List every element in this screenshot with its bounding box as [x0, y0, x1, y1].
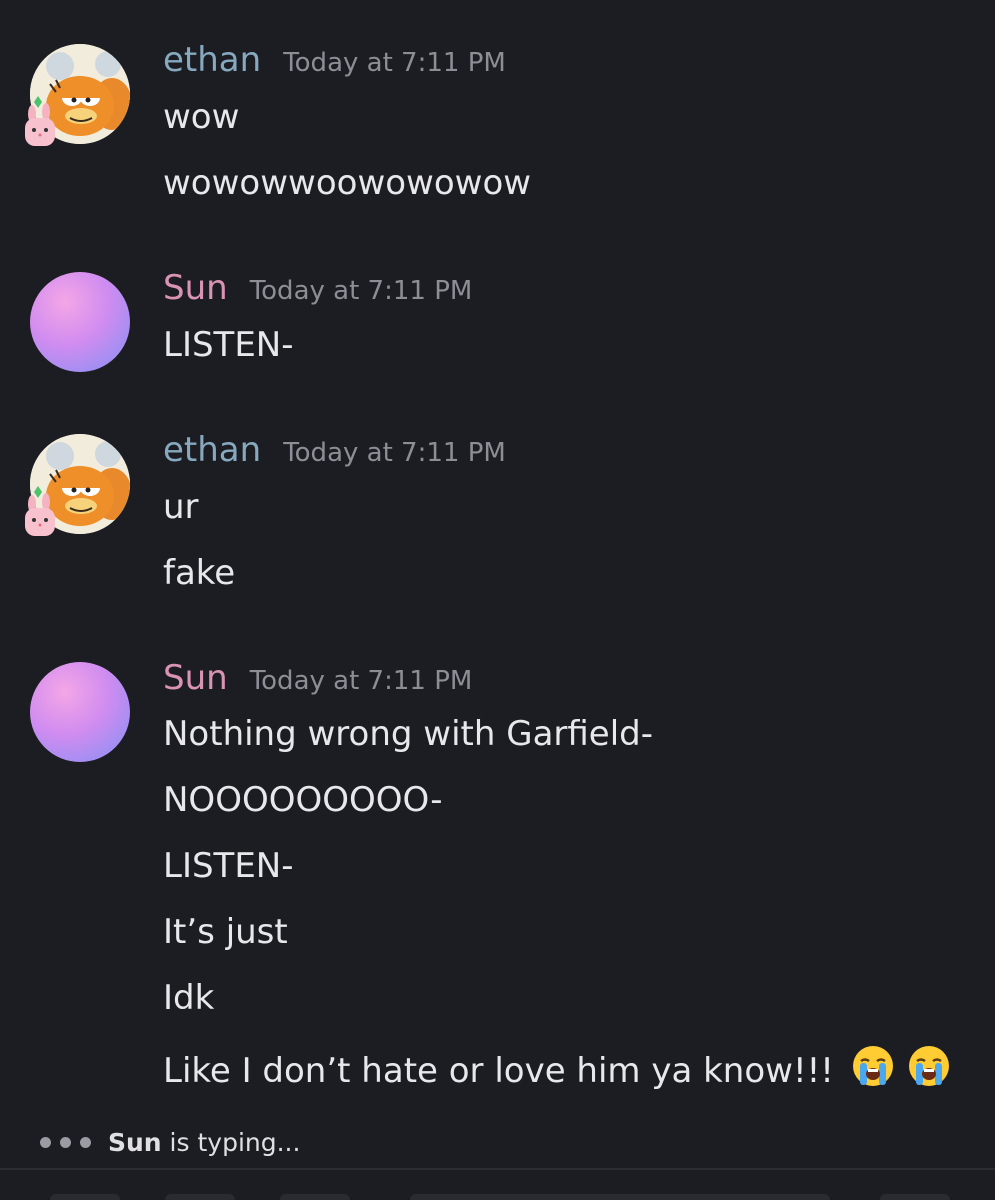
message-text: Nothing wrong with Garfield- [163, 714, 654, 754]
message-text: LISTEN- [163, 846, 294, 886]
message-text: Idk [163, 978, 215, 1018]
avatar-sun[interactable] [30, 662, 130, 762]
loudly-crying-face-icon[interactable] [907, 1044, 951, 1088]
message-text: NOOOOOOOOO- [163, 780, 443, 820]
typing-dot [80, 1136, 91, 1148]
message-text-with-emoji: Like I don’t hate or love him ya know!!! [163, 1044, 951, 1091]
message-text: LISTEN- [163, 325, 294, 365]
author-name[interactable]: ethan [163, 40, 261, 80]
typing-dot [40, 1136, 51, 1148]
message-header: ethan Today at 7:11 PM [163, 40, 506, 84]
message-timestamp: Today at 7:11 PM [249, 666, 473, 696]
message-timestamp: Today at 7:11 PM [249, 276, 473, 306]
message-header: Sun Today at 7:11 PM [163, 268, 472, 312]
typing-indicator: Sun is typing... [40, 1122, 300, 1162]
bunny-decoration-icon [22, 486, 58, 538]
typing-user: Sun [108, 1127, 162, 1157]
composer-buttons-edge [50, 1194, 950, 1200]
message-text: wow [163, 97, 240, 137]
message-timestamp: Today at 7:11 PM [283, 438, 506, 468]
message-timestamp: Today at 7:11 PM [283, 48, 506, 78]
typing-dot [60, 1136, 71, 1148]
loudly-crying-face-icon[interactable] [851, 1044, 895, 1088]
message-text: ur [163, 487, 199, 527]
message-text: wowowwoowowowow [163, 163, 532, 203]
message-header: ethan Today at 7:11 PM [163, 430, 506, 474]
avatar-sun[interactable] [30, 272, 130, 372]
typing-suffix: is typing... [161, 1127, 301, 1157]
chat-view: ethan Today at 7:11 PM wow wowowwoowowow… [0, 0, 995, 1200]
author-name[interactable]: Sun [163, 268, 228, 308]
typing-text: Sun is typing... [108, 1128, 300, 1157]
message-text: Like I don’t hate or love him ya know!!! [163, 1051, 834, 1091]
bunny-decoration-icon [22, 96, 58, 148]
message-header: Sun Today at 7:11 PM [163, 658, 472, 702]
message-text: fake [163, 553, 236, 593]
author-name[interactable]: ethan [163, 430, 261, 470]
composer-divider [0, 1168, 995, 1170]
message-text: It’s just [163, 912, 288, 952]
author-name[interactable]: Sun [163, 658, 228, 698]
